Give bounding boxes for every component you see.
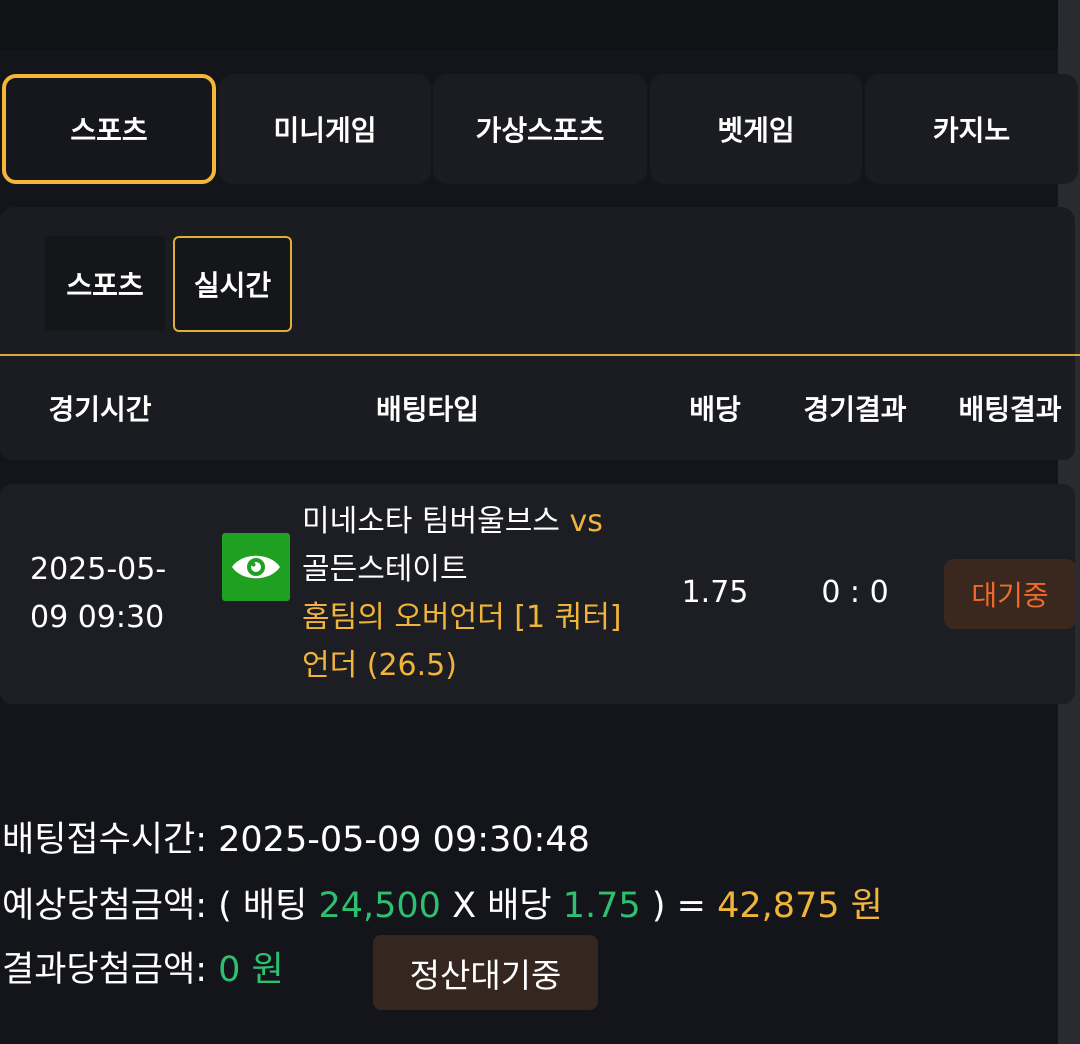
match-time: 2025-05- 09 09:30 xyxy=(30,546,190,642)
bet-time-line: 배팅접수시간: 2025-05-09 09:30:48 xyxy=(2,818,590,862)
match-date: 2025-05- xyxy=(30,552,167,587)
bet-time-value: 2025-05-09 09:30:48 xyxy=(218,820,590,860)
expected-win-label: 예상당첨금액: xyxy=(2,886,207,926)
sub-tab-live[interactable]: 실시간 xyxy=(173,236,292,332)
expected-amount: 42,875 원 xyxy=(717,886,883,926)
bet-type-cell: 미네소타 팀버울브스 vs 골든스테이트 홈팀의 오버언더 [1 쿼터] 언더 … xyxy=(302,498,662,690)
tab-minigame[interactable]: 미니게임 xyxy=(219,74,431,184)
header-bet-type: 배팅타입 xyxy=(375,393,480,426)
bet-time-label: 배팅접수시간: xyxy=(2,820,207,860)
away-team: 골든스테이트 xyxy=(302,552,468,587)
top-bar xyxy=(0,0,1058,50)
pick-name: 언더 (26.5) xyxy=(302,648,457,683)
times-odds-label: X 배당 xyxy=(452,886,552,926)
header-time: 경기시간 xyxy=(48,393,152,426)
close-paren: ) = xyxy=(651,886,706,926)
header-bet-result: 배팅결과 xyxy=(958,393,1062,426)
tab-virtual-sports[interactable]: 가상스포츠 xyxy=(433,74,647,184)
tab-betgame[interactable]: 벳게임 xyxy=(650,74,862,184)
bet-open-label: ( 배팅 xyxy=(218,886,308,926)
tab-casino[interactable]: 카지노 xyxy=(865,74,1078,184)
header-game-result: 경기결과 xyxy=(803,393,907,426)
match-clock: 09 09:30 xyxy=(30,600,165,635)
game-score: 0 : 0 xyxy=(821,575,889,610)
sub-tab-sports[interactable]: 스포츠 xyxy=(45,236,165,331)
result-win-line: 결과당첨금액: 0 원 xyxy=(2,948,284,992)
eye-icon[interactable] xyxy=(222,533,290,601)
bet-amount: 24,500 xyxy=(318,886,441,926)
result-amount: 0 원 xyxy=(218,950,284,990)
home-team: 미네소타 팀버울브스 xyxy=(302,504,560,539)
summary-odds: 1.75 xyxy=(562,886,641,926)
tab-sports[interactable]: 스포츠 xyxy=(2,74,216,184)
odds-value: 1.75 xyxy=(681,575,749,610)
bet-history-page: 스포츠 미니게임 가상스포츠 벳게임 카지노 스포츠 실시간 경기시간 배팅타입… xyxy=(0,0,1080,1044)
table-header: 경기시간 배팅타입 배당 경기결과 배팅결과 xyxy=(0,356,1075,460)
result-win-label: 결과당첨금액: xyxy=(2,950,207,990)
settle-pending-button[interactable]: 정산대기중 xyxy=(373,935,598,1010)
header-odds: 배당 xyxy=(689,393,741,426)
expected-win-line: 예상당첨금액: ( 배팅 24,500 X 배당 1.75 ) = 42,875… xyxy=(2,884,883,928)
status-badge: 대기중 xyxy=(944,559,1076,629)
market-name: 홈팀의 오버언더 [1 쿼터] xyxy=(302,600,622,635)
vs-label: vs xyxy=(569,504,603,539)
